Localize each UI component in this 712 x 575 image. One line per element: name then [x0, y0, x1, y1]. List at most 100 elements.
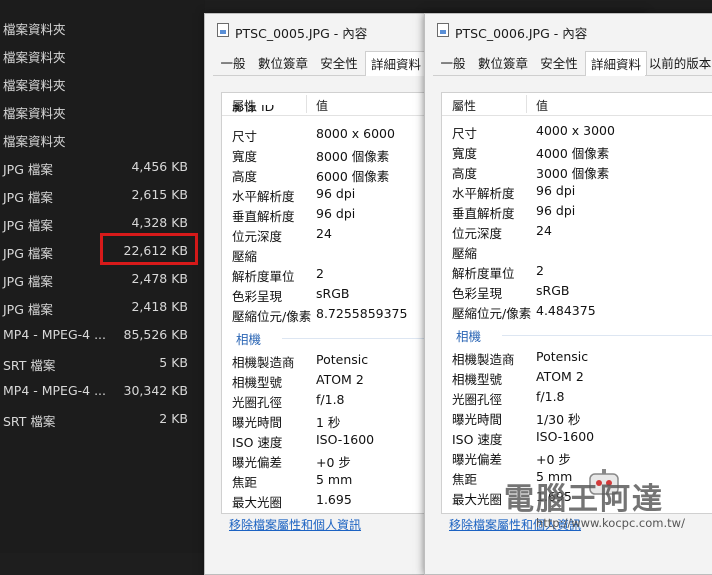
file-row[interactable]: MP4 - MPEG-4 ... 85,526 KB	[0, 325, 200, 345]
window-title: PTSC_0006.JPG - 內容	[455, 26, 588, 41]
property-row[interactable]: 色彩呈現 sRGB	[442, 282, 712, 302]
file-row[interactable]: MP4 - MPEG-4 ... 30,342 KB	[0, 381, 200, 401]
file-row[interactable]: 檔案資料夾	[0, 45, 200, 65]
property-row[interactable]: 垂直解析度 96 dpi	[442, 202, 712, 222]
property-name: 相機製造商	[232, 355, 295, 370]
property-row[interactable]: 壓縮位元/像素 4.484375	[442, 302, 712, 322]
property-row[interactable]: 位元深度 24	[442, 222, 712, 242]
property-name: 相機製造商	[452, 352, 515, 367]
property-name: 水平解析度	[232, 189, 295, 204]
file-row[interactable]: JPG 檔案 2,478 KB	[0, 269, 200, 289]
property-value: 24	[316, 226, 332, 241]
property-name: 尺寸	[452, 126, 478, 141]
tab-bar: 一般 數位簽章 安全性 詳細資料 以前的版本	[433, 51, 712, 76]
property-name: 解析度單位	[452, 266, 515, 281]
property-value: 4000 個像素	[536, 146, 610, 161]
property-value: Potensic	[316, 352, 369, 367]
property-name: 寬度	[452, 146, 478, 161]
property-row[interactable]: 壓縮	[442, 242, 712, 262]
property-name: 壓縮	[232, 249, 258, 264]
property-row[interactable]: 相機製造商 Potensic	[442, 348, 712, 368]
property-value: Potensic	[536, 349, 589, 364]
tab-2[interactable]: 安全性	[533, 54, 585, 76]
file-type: SRT 檔案	[3, 414, 56, 429]
property-value: f/1.8	[536, 389, 565, 404]
property-value: 96 dpi	[316, 206, 356, 221]
property-name: 壓縮	[452, 246, 478, 261]
tab-3[interactable]: 詳細資料	[365, 51, 427, 76]
property-value: 4.484375	[536, 303, 596, 318]
property-value: f/1.8	[316, 392, 345, 407]
file-row[interactable]: SRT 檔案 5 KB	[0, 353, 200, 373]
property-name: 尺寸	[232, 129, 258, 144]
title-bar[interactable]: PTSC_0006.JPG - 內容	[425, 14, 712, 48]
property-value: 6000 個像素	[316, 169, 390, 184]
file-row[interactable]: 檔案資料夾	[0, 73, 200, 93]
file-type: 檔案資料夾	[3, 134, 66, 149]
highlight-box	[100, 233, 198, 265]
tab-1[interactable]: 數位簽章	[473, 54, 533, 76]
file-row[interactable]: 檔案資料夾	[0, 129, 200, 149]
column-property[interactable]: 屬性	[452, 97, 476, 114]
property-name: 水平解析度	[452, 186, 515, 201]
property-row[interactable]: 尺寸 4000 x 3000	[442, 122, 712, 142]
file-size: 2,615 KB	[131, 187, 188, 202]
property-row[interactable]: 高度 3000 個像素	[442, 162, 712, 182]
file-row[interactable]: SRT 檔案 2 KB	[0, 409, 200, 429]
property-value: 3000 個像素	[536, 166, 610, 181]
property-name: 光圈孔徑	[232, 395, 283, 410]
property-name: 高度	[452, 166, 478, 181]
property-value: 2	[316, 266, 324, 281]
property-row[interactable]: 相機型號 ATOM 2	[442, 368, 712, 388]
column-value[interactable]: 值	[536, 97, 548, 114]
property-value: ISO-1600	[536, 429, 595, 444]
property-name: 最大光圈	[232, 495, 283, 510]
file-type: SRT 檔案	[3, 358, 56, 373]
file-row[interactable]: JPG 檔案 4,456 KB	[0, 157, 200, 177]
remove-properties-link[interactable]: 移除檔案屬性和個人資訊	[229, 516, 361, 533]
property-row[interactable]: ISO 速度 ISO-1600	[442, 428, 712, 448]
property-row[interactable]: 水平解析度 96 dpi	[442, 182, 712, 202]
property-name: 色彩呈現	[452, 286, 503, 301]
tab-2[interactable]: 安全性	[313, 54, 365, 76]
property-name: 曝光時間	[452, 412, 503, 427]
property-value: ATOM 2	[316, 372, 364, 387]
property-value: +0 步	[316, 455, 351, 470]
tab-1[interactable]: 數位簽章	[253, 54, 313, 76]
file-row[interactable]: 檔案資料夾	[0, 17, 200, 37]
tab-0[interactable]: 一般	[213, 54, 253, 76]
property-row[interactable]: 解析度單位 2	[442, 262, 712, 282]
property-name: 垂直解析度	[452, 206, 515, 221]
file-type: 檔案資料夾	[3, 50, 66, 65]
file-row[interactable]: JPG 檔案 4,328 KB	[0, 213, 200, 233]
column-header[interactable]: 屬性 值	[442, 93, 712, 116]
file-type: JPG 檔案	[3, 190, 53, 205]
tab-3[interactable]: 詳細資料	[585, 51, 647, 76]
file-type: JPG 檔案	[3, 246, 53, 261]
file-type: 檔案資料夾	[3, 78, 66, 93]
details-panel[interactable]: 屬性 值 尺寸 4000 x 3000 寬度 4000 個像素 高度 3000 個像素 水平…	[441, 92, 712, 514]
tab-0[interactable]: 一般	[433, 54, 473, 76]
section-camera: 相機	[456, 329, 482, 344]
file-row[interactable]: JPG 檔案 2,418 KB	[0, 297, 200, 317]
file-row[interactable]: JPG 檔案 2,615 KB	[0, 185, 200, 205]
property-name: 影像 ID	[232, 105, 275, 114]
image-file-icon	[437, 23, 449, 37]
property-row[interactable]: 寬度 4000 個像素	[442, 142, 712, 162]
property-row[interactable]: 曝光時間 1/30 秒	[442, 408, 712, 428]
column-separator[interactable]	[526, 95, 527, 113]
watermark: 電腦王阿達 http://www.kocpc.com.tw/	[470, 462, 710, 542]
property-value: sRGB	[316, 286, 350, 301]
tab-4[interactable]: 以前的版本	[645, 54, 712, 76]
property-name: 解析度單位	[232, 269, 295, 284]
property-value: 5 mm	[316, 472, 353, 487]
file-row[interactable]: 檔案資料夾	[0, 101, 200, 121]
property-name: 色彩呈現	[232, 289, 283, 304]
property-name: 曝光偏差	[232, 455, 283, 470]
property-name: 壓縮位元/像素	[232, 309, 312, 324]
file-type: MP4 - MPEG-4 ...	[3, 383, 106, 398]
property-value: 24	[536, 223, 552, 238]
file-size: 5 KB	[159, 355, 188, 370]
property-row[interactable]: 光圈孔徑 f/1.8	[442, 388, 712, 408]
watermark-text: 電腦王阿達	[504, 482, 664, 517]
